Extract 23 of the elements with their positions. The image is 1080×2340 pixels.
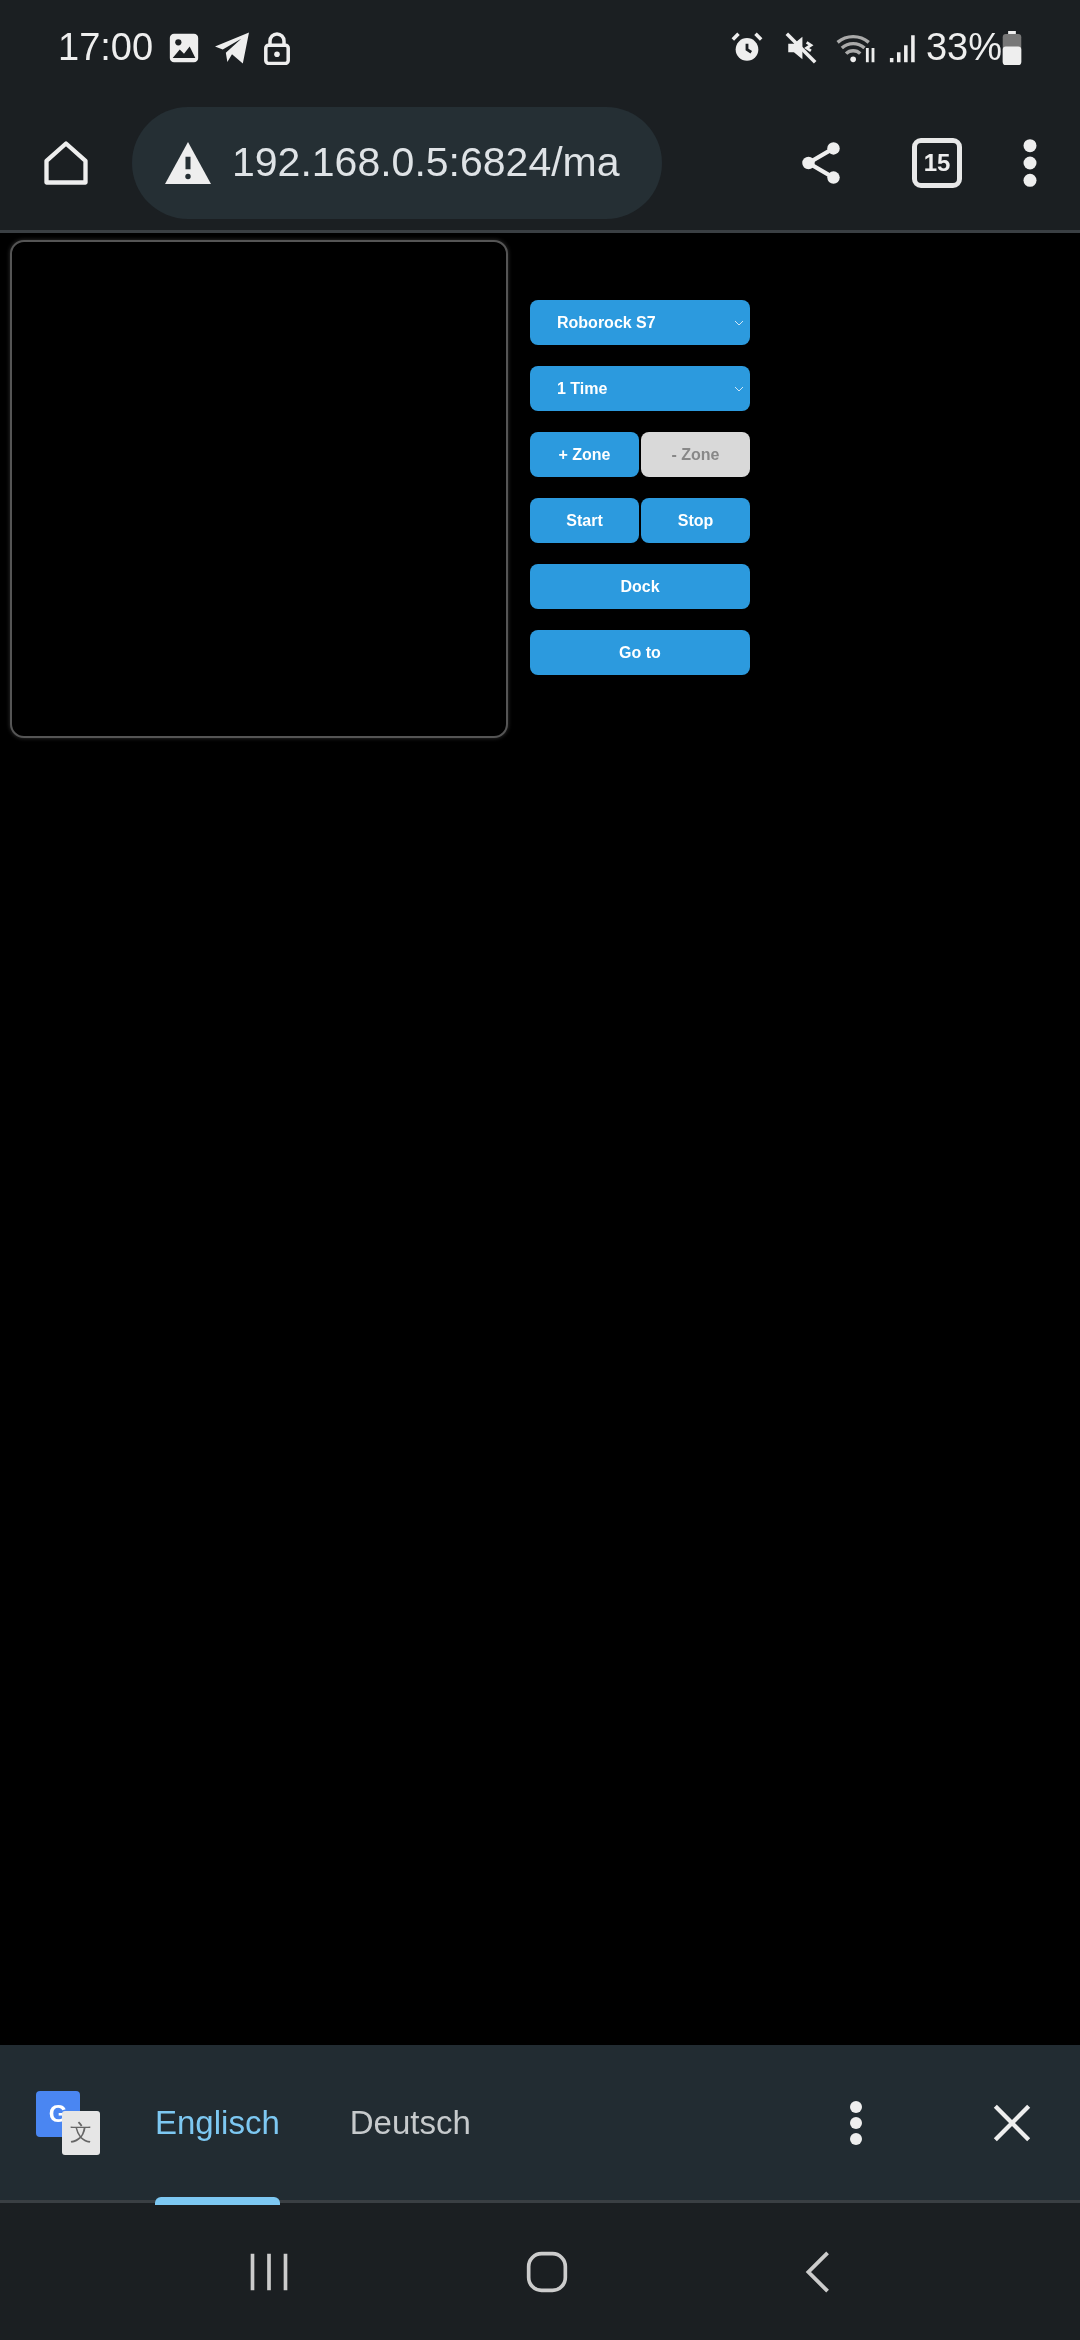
repeat-select[interactable]: 1 Time	[530, 366, 750, 411]
language-tab[interactable]: Deutsch	[324, 2043, 496, 2202]
menu-icon[interactable]	[848, 2098, 864, 2147]
close-icon[interactable]	[992, 2102, 1032, 2143]
battery-icon	[1002, 30, 1022, 65]
home-button-icon[interactable]	[525, 2249, 569, 2294]
caret-icon	[734, 319, 744, 326]
lock-icon	[263, 30, 292, 65]
url-text: 192.168.0.5:6824/ma	[232, 137, 620, 187]
tab-count-button[interactable]: 15	[912, 137, 962, 188]
action-button[interactable]: Stop	[641, 498, 750, 543]
muted-speaker-icon	[783, 30, 818, 65]
battery-percentage: 33%	[925, 25, 1002, 70]
caret-icon	[734, 385, 744, 392]
action-button[interactable]: + Zone	[530, 432, 639, 477]
device-select[interactable]: Roborock S7	[530, 300, 750, 345]
address-bar[interactable]: 192.168.0.5:6824/ma	[132, 106, 662, 219]
paper-plane-icon	[213, 30, 252, 65]
action-button[interactable]: Go to	[530, 630, 750, 675]
clock-time: 17:00	[58, 25, 154, 70]
action-button[interactable]: Start	[530, 498, 639, 543]
action-button[interactable]: Dock	[530, 564, 750, 609]
language-tab[interactable]: Englisch	[130, 2043, 305, 2202]
